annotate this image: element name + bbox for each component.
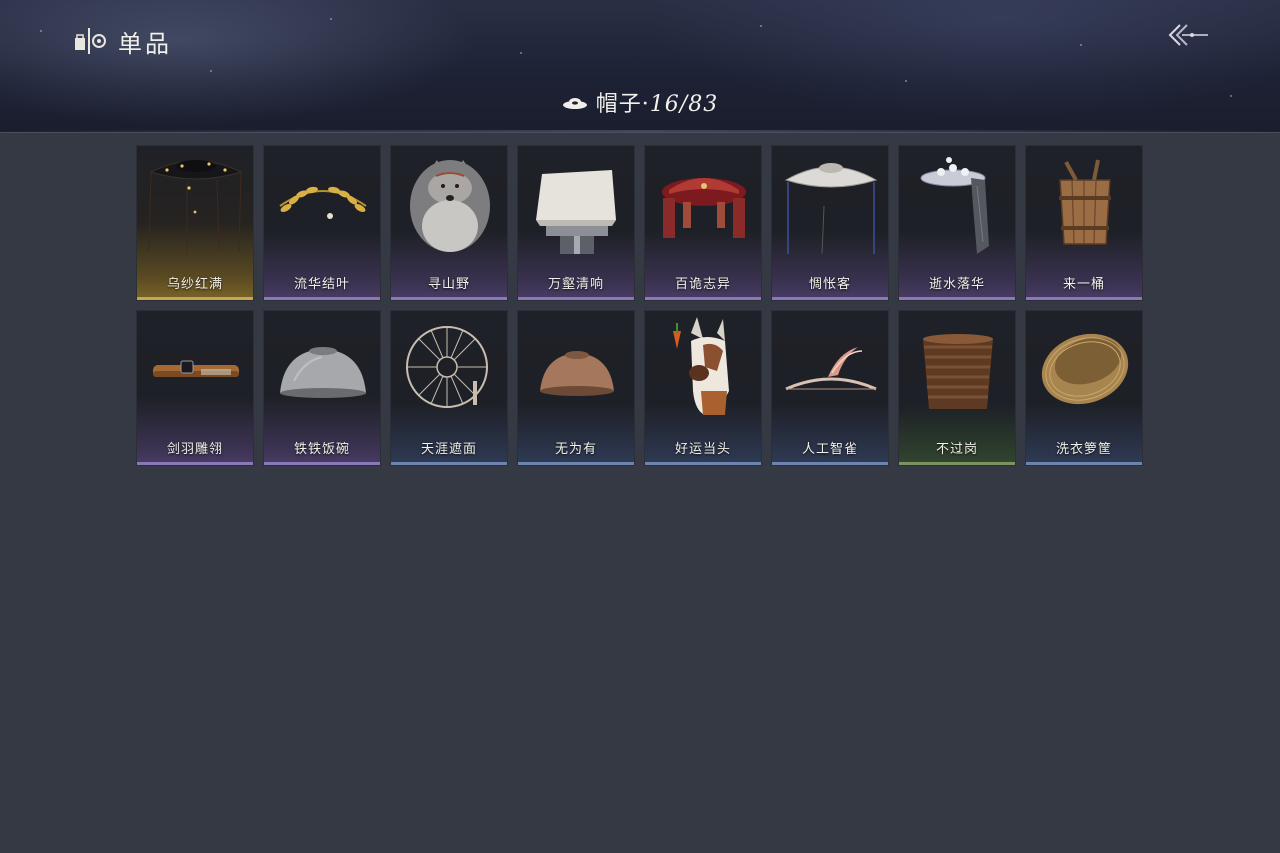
rarity-rim bbox=[1026, 462, 1142, 465]
back-arrow-icon[interactable] bbox=[1166, 20, 1210, 50]
item-card[interactable]: 不过岗 bbox=[898, 310, 1016, 466]
rarity-rim bbox=[264, 462, 380, 465]
category-count: 16/83 bbox=[649, 92, 719, 117]
wooden-bucket-hat-icon bbox=[1059, 159, 1111, 245]
header-bar: 单品 帽子·16/83 bbox=[0, 0, 1280, 133]
item-label: 剑羽雕翎 bbox=[166, 442, 223, 457]
category-name: 帽子 bbox=[595, 92, 642, 117]
category-heading: 帽子·16/83 bbox=[0, 86, 1280, 118]
item-label: 百诡志异 bbox=[674, 277, 731, 292]
item-card[interactable]: 乌纱红满 bbox=[136, 145, 254, 301]
rarity-rim bbox=[1026, 297, 1142, 300]
rarity-rim bbox=[772, 462, 888, 465]
rarity-rim bbox=[899, 297, 1015, 300]
item-grid: 乌纱红满 流华结叶 寻山野 万壑清响 百诡志异 惆怅客 逝水落华 来一桶 剑羽雕… bbox=[136, 145, 1144, 466]
item-card[interactable]: 寻山野 bbox=[390, 145, 508, 301]
item-label: 无为有 bbox=[554, 442, 597, 457]
category-separator: · bbox=[641, 92, 650, 117]
item-label: 流华结叶 bbox=[293, 277, 350, 292]
rarity-rim bbox=[264, 297, 380, 300]
rarity-rim bbox=[137, 462, 253, 465]
stacked-bowls-hat-icon bbox=[923, 334, 993, 409]
clay-bowl-hat-icon bbox=[540, 351, 614, 396]
item-label: 铁铁饭碗 bbox=[293, 442, 350, 457]
iron-bowl-hat-icon bbox=[280, 347, 366, 398]
wardrobe-icon[interactable] bbox=[74, 26, 108, 56]
rarity-rim bbox=[391, 462, 507, 465]
rarity-rim bbox=[518, 462, 634, 465]
item-label: 寻山野 bbox=[427, 277, 470, 292]
item-card[interactable]: 来一桶 bbox=[1025, 145, 1143, 301]
item-card[interactable]: 好运当头 bbox=[644, 310, 762, 466]
rarity-rim bbox=[391, 297, 507, 300]
white-bamboo-hat-icon bbox=[784, 163, 878, 255]
donkey-head-hat-icon bbox=[673, 317, 729, 415]
item-label: 不过岗 bbox=[935, 442, 978, 457]
item-label: 万壑清响 bbox=[547, 277, 604, 292]
item-card[interactable]: 剑羽雕翎 bbox=[136, 310, 254, 466]
paper-box-hat-icon bbox=[536, 170, 616, 254]
flower-veil-hat-icon bbox=[920, 157, 989, 254]
bird-ornament-hat-icon bbox=[785, 347, 877, 391]
item-label: 洗衣箩筐 bbox=[1055, 442, 1112, 457]
item-card[interactable]: 百诡志异 bbox=[644, 145, 762, 301]
item-label: 乌纱红满 bbox=[166, 277, 223, 292]
item-card[interactable]: 铁铁饭碗 bbox=[263, 310, 381, 466]
leather-headband-icon bbox=[153, 360, 239, 377]
rarity-rim bbox=[645, 297, 761, 300]
item-card[interactable]: 流华结叶 bbox=[263, 145, 381, 301]
black-veil-hat-icon bbox=[148, 160, 243, 254]
wolf-head-hat-icon bbox=[410, 160, 490, 252]
item-card[interactable]: 天涯遮面 bbox=[390, 310, 508, 466]
item-card[interactable]: 洗衣箩筐 bbox=[1025, 310, 1143, 466]
wire-lantern-hat-icon bbox=[406, 326, 488, 408]
rarity-rim bbox=[518, 297, 634, 300]
item-card[interactable]: 惆怅客 bbox=[771, 145, 889, 301]
item-label: 来一桶 bbox=[1062, 277, 1105, 292]
item-label: 好运当头 bbox=[674, 442, 731, 457]
rarity-rim bbox=[772, 297, 888, 300]
hat-icon bbox=[562, 98, 587, 109]
item-label: 惆怅客 bbox=[808, 277, 851, 292]
item-label: 天涯遮面 bbox=[420, 442, 477, 457]
item-card[interactable]: 人工智雀 bbox=[771, 310, 889, 466]
item-card[interactable]: 无为有 bbox=[517, 310, 635, 466]
golden-laurel-crown-icon bbox=[279, 186, 367, 219]
red-opera-hat-icon bbox=[662, 178, 746, 238]
rarity-rim bbox=[645, 462, 761, 465]
page-title: 单品 bbox=[118, 30, 172, 58]
item-label: 人工智雀 bbox=[801, 442, 858, 457]
item-card[interactable]: 逝水落华 bbox=[898, 145, 1016, 301]
item-label: 逝水落华 bbox=[928, 277, 985, 292]
rarity-rim bbox=[899, 462, 1015, 465]
wicker-basket-hat-icon bbox=[1041, 333, 1129, 405]
rarity-rim bbox=[137, 297, 253, 300]
item-card[interactable]: 万壑清响 bbox=[517, 145, 635, 301]
